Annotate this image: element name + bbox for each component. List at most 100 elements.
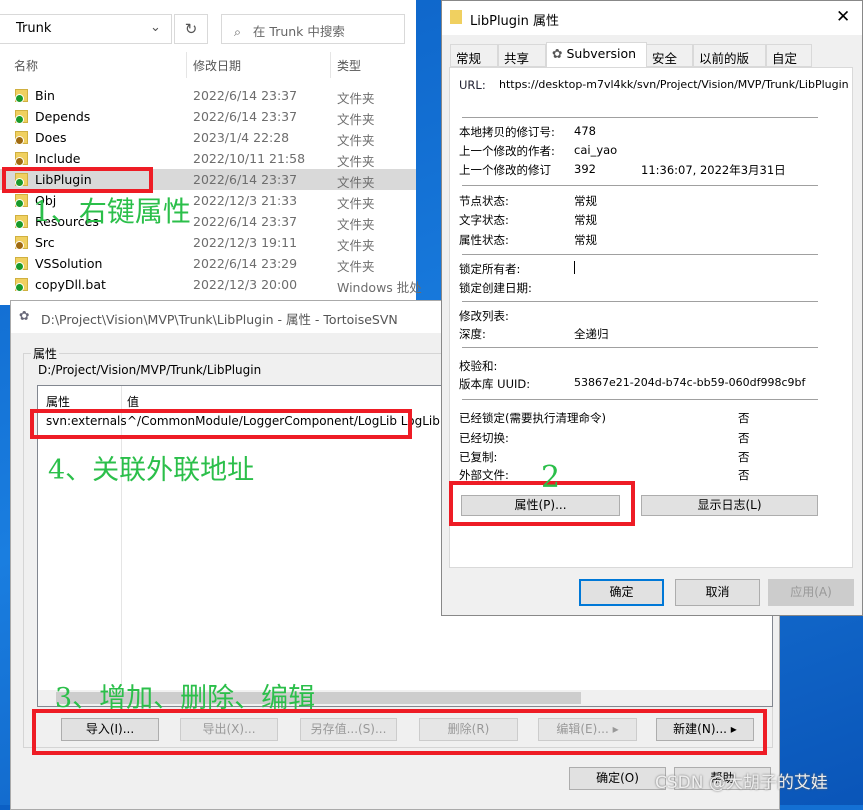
tab-sharing[interactable]: 共享 <box>498 44 546 67</box>
file-name: Depends <box>35 109 91 124</box>
file-type: 文件夹 <box>337 91 375 106</box>
tab-previous-versions[interactable]: 以前的版本 <box>693 44 766 85</box>
tab-subversion[interactable]: ✿ Subversion <box>546 42 647 68</box>
svn-normal-icon <box>15 199 24 208</box>
text-status-value: 常规 <box>574 213 597 227</box>
last-change-date: 11:36:07, 2022年3月31日 <box>641 163 786 177</box>
text-status-label: 文字状态: <box>459 213 509 227</box>
file-date: 2022/12/3 20:00 <box>193 277 298 292</box>
file-date: 2022/6/14 23:37 <box>193 214 298 229</box>
close-icon[interactable]: ✕ <box>836 7 850 27</box>
tab-security[interactable]: 安全 <box>647 44 693 67</box>
revision-value: 478 <box>574 124 596 138</box>
url-value: https://desktop-m7vl4kk/svn/Project/Visi… <box>499 78 849 91</box>
file-type: 文件夹 <box>337 217 375 232</box>
svn-normal-icon <box>15 115 24 124</box>
svn-modified-icon <box>15 136 24 145</box>
column-type[interactable]: 类型 <box>337 57 361 74</box>
uuid-label: 版本库 UUID: <box>459 377 531 391</box>
file-row[interactable]: copyDll.bat 2022/12/3 20:00 Windows 批处 <box>0 274 422 295</box>
svn-modified-icon <box>15 157 24 166</box>
copied-value: 否 <box>738 450 750 464</box>
column-name[interactable]: 名称 <box>14 57 38 74</box>
ok-button[interactable]: 确定(O) <box>569 767 666 790</box>
file-type: 文件夹 <box>337 196 375 211</box>
file-date: 2022/6/14 23:37 <box>193 88 298 103</box>
locked-label: 已经锁定(需要执行清理命令) <box>459 411 606 425</box>
external-value: 否 <box>738 468 750 482</box>
file-row[interactable]: Include 2022/10/11 21:58 文件夹 <box>0 148 416 169</box>
file-row[interactable]: Src 2022/12/3 19:11 文件夹 <box>0 232 416 253</box>
switched-label: 已经切换: <box>459 431 509 445</box>
chevron-down-icon[interactable]: ⌄ <box>150 20 161 35</box>
ok-button[interactable]: 确定 <box>579 579 664 606</box>
folder-icon <box>15 215 28 229</box>
file-type: 文件夹 <box>337 259 375 274</box>
checksum-label: 校验和: <box>459 359 498 373</box>
header-value[interactable]: 值 <box>127 393 139 410</box>
apply-button[interactable]: 应用(A) <box>768 579 854 606</box>
dialog-title: LibPlugin 属性 ✕ <box>442 1 862 35</box>
lock-date-label: 锁定创建日期: <box>459 281 532 295</box>
show-log-button[interactable]: 显示日志(L) <box>641 495 818 516</box>
depth-value: 全递归 <box>574 327 609 341</box>
file-date: 2022/12/3 21:33 <box>193 193 298 208</box>
tortoise-icon: ✿ <box>19 308 30 323</box>
revision-label: 本地拷贝的修订号: <box>459 125 555 139</box>
file-name: Src <box>35 235 55 250</box>
file-type: 文件夹 <box>337 154 375 169</box>
file-name: VSSolution <box>35 256 103 271</box>
uuid-value: 53867e21-204d-b74c-bb59-060df998c9bf <box>574 376 806 389</box>
locked-value: 否 <box>738 411 750 425</box>
folder-icon <box>15 194 28 208</box>
svn-normal-icon <box>15 94 24 103</box>
lock-owner-label: 锁定所有者: <box>459 262 521 276</box>
header-property[interactable]: 属性 <box>46 393 70 410</box>
file-date: 2022/12/3 19:11 <box>193 235 298 250</box>
refresh-icon[interactable]: ↻ <box>174 14 208 44</box>
file-type: 文件夹 <box>337 133 375 148</box>
folder-icon <box>15 131 28 145</box>
group-label: 属性 <box>31 345 60 362</box>
file-row[interactable]: Bin 2022/6/14 23:37 文件夹 <box>0 85 416 106</box>
watermark: CSDN @大胡子的艾娃 <box>655 773 828 793</box>
highlight-box <box>30 409 412 439</box>
folder-icon <box>15 236 28 250</box>
author-label: 上一个修改的作者: <box>459 144 555 158</box>
file-date: 2023/1/4 22:28 <box>193 130 290 145</box>
search-input[interactable]: ⌕ 在 Trunk 中搜索 <box>221 14 405 44</box>
file-row[interactable]: Depends 2022/6/14 23:37 文件夹 <box>0 106 416 127</box>
file-explorer: Trunk ⌄ ↻ ⌕ 在 Trunk 中搜索 名称 修改日期 类型 Bin 20… <box>0 0 422 305</box>
annotation-step1: 1、右键属性 <box>33 195 191 228</box>
cancel-button[interactable]: 取消 <box>675 579 760 606</box>
folder-icon <box>15 257 28 271</box>
file-row[interactable]: Does 2023/1/4 22:28 文件夹 <box>0 127 416 148</box>
folder-icon <box>15 278 28 292</box>
annotation-step4: 4、关联外联地址 <box>48 455 255 486</box>
file-type: Windows 批处 <box>337 280 422 295</box>
url-label: URL: <box>459 78 486 92</box>
tab-custom[interactable]: 自定义 <box>766 44 812 85</box>
file-date: 2022/10/11 21:58 <box>193 151 306 166</box>
depth-label: 深度: <box>459 327 486 341</box>
file-row[interactable]: VSSolution 2022/6/14 23:29 文件夹 <box>0 253 416 274</box>
text-cursor <box>574 261 575 274</box>
folder-icon <box>15 152 28 166</box>
svn-modified-icon <box>15 241 24 250</box>
file-date: 2022/6/14 23:37 <box>193 172 298 187</box>
column-divider[interactable] <box>330 52 331 78</box>
changelist-label: 修改列表: <box>459 309 509 323</box>
folder-icon <box>15 110 28 124</box>
last-revision-label: 上一个修改的修订 <box>459 163 551 177</box>
address-bar[interactable]: Trunk ⌄ <box>0 14 172 44</box>
last-revision-value: 392 <box>574 162 596 176</box>
file-name: Include <box>35 151 81 166</box>
column-divider[interactable] <box>186 52 187 78</box>
column-date[interactable]: 修改日期 <box>193 57 241 74</box>
prop-status-label: 属性状态: <box>459 233 509 247</box>
prop-status-value: 常规 <box>574 233 597 247</box>
tab-general[interactable]: 常规 <box>450 44 498 67</box>
author-value: cai_yao <box>574 143 618 157</box>
switched-value: 否 <box>738 431 750 445</box>
path-label: D:/Project/Vision/MVP/Trunk/LibPlugin <box>38 363 262 377</box>
